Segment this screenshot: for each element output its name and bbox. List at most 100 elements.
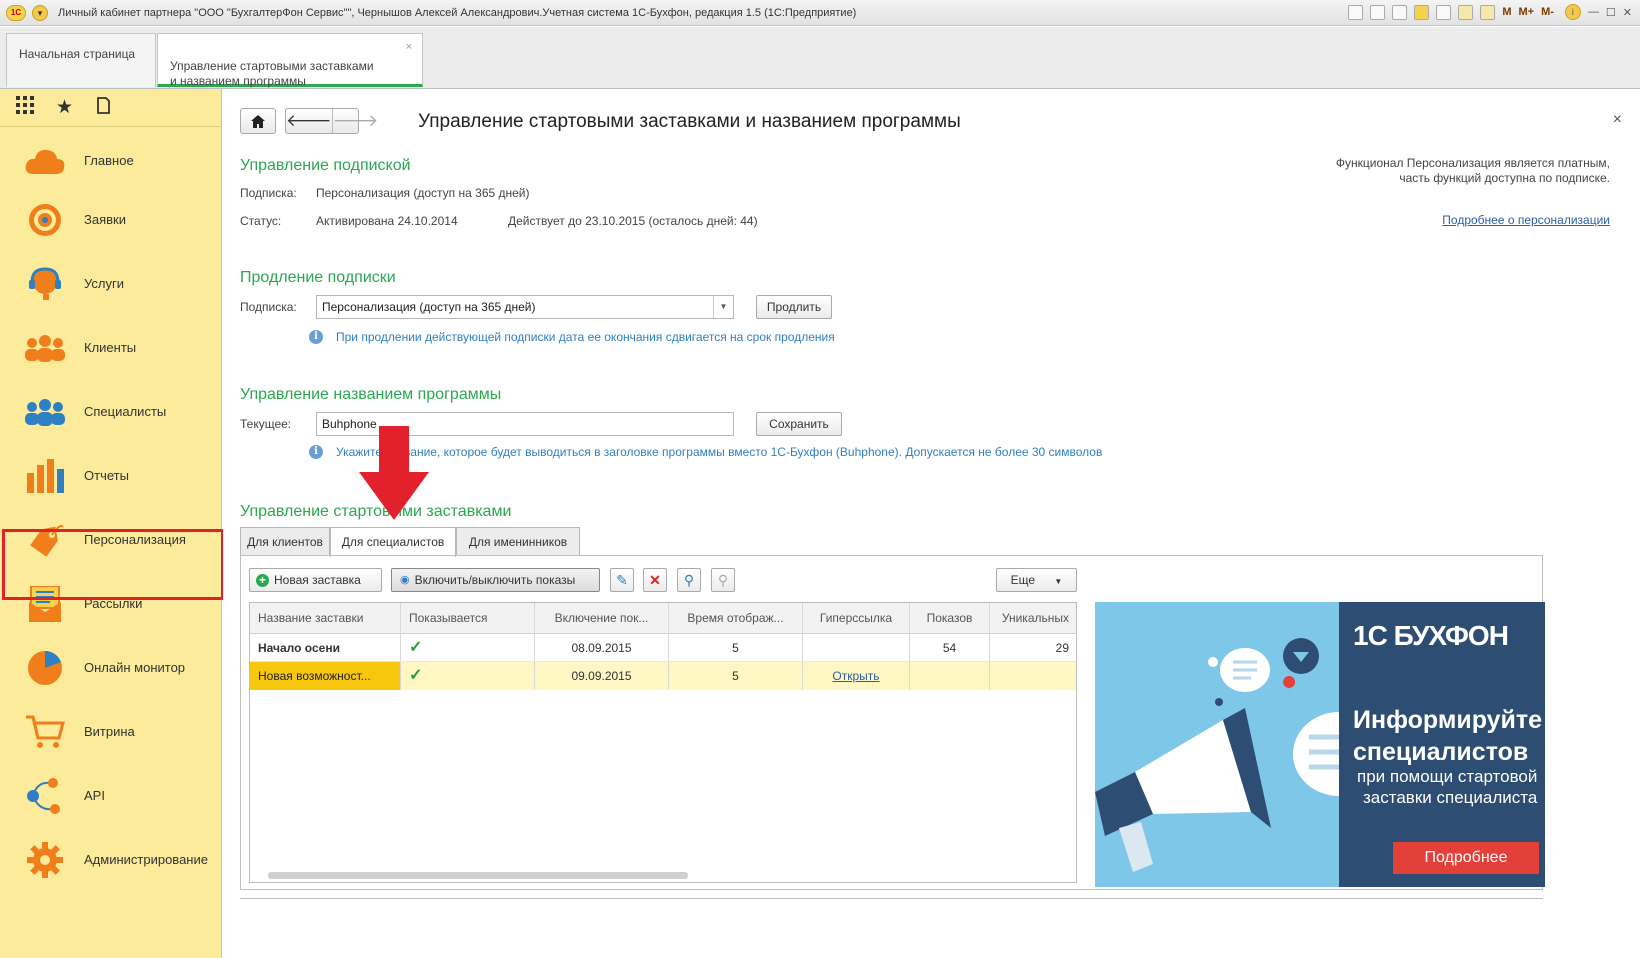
sidebar-item-services[interactable]: Услуги bbox=[0, 250, 222, 317]
table-row-selected[interactable]: Новая возможност... ✓ 09.09.2015 5 Откры… bbox=[250, 662, 1076, 690]
tab-close-icon[interactable]: × bbox=[406, 40, 412, 55]
sidebar-item-online-monitor[interactable]: Онлайн монитор bbox=[0, 634, 222, 701]
promo-headline: Информируйте специалистов bbox=[1353, 704, 1542, 768]
tab-label: Управление стартовыми заставками и назва… bbox=[170, 59, 374, 88]
clear-search-button[interactable]: ⚲ bbox=[711, 568, 735, 592]
more-label: Еще bbox=[1010, 573, 1036, 587]
sidebar-item-administration[interactable]: Администрирование bbox=[0, 826, 222, 893]
sidebar-item-reports[interactable]: Отчеты bbox=[0, 442, 222, 509]
save-icon[interactable] bbox=[1348, 4, 1364, 20]
memory-m-button[interactable]: M bbox=[1502, 6, 1511, 18]
titlebar-tools: M M+ M- i — ☐ ✕ bbox=[1348, 4, 1632, 20]
more-about-link[interactable]: Подробнее о персонализации bbox=[1442, 213, 1610, 227]
tab-for-clients[interactable]: Для клиентов bbox=[240, 527, 330, 556]
back-arrow-icon[interactable]: 🡐 bbox=[286, 109, 332, 133]
home-button[interactable] bbox=[240, 108, 276, 134]
cell-unique: 29 bbox=[990, 634, 1076, 661]
tab-for-specialists[interactable]: Для специалистов bbox=[330, 527, 456, 557]
sidebar-item-main[interactable]: Главное bbox=[0, 127, 222, 194]
delete-button[interactable]: ✕ bbox=[643, 568, 667, 592]
favorites-icon[interactable] bbox=[1414, 4, 1430, 20]
sidebar-item-label: Онлайн монитор bbox=[84, 660, 186, 675]
memory-mplus-button[interactable]: M+ bbox=[1518, 6, 1534, 18]
tab-for-birthdays[interactable]: Для именинников bbox=[456, 527, 580, 556]
column-header[interactable]: Показов bbox=[910, 603, 990, 633]
renewal-select-value: Персонализация (доступ на 365 дней) bbox=[322, 300, 536, 314]
window-titlebar: 1С ▾ Личный кабинет партнера "ООО "Бухга… bbox=[0, 0, 1640, 26]
column-header[interactable]: Гиперссылка bbox=[803, 603, 910, 633]
search-icon: ⚲ bbox=[683, 571, 695, 588]
search-button[interactable]: ⚲ bbox=[677, 568, 701, 592]
home-icon bbox=[251, 114, 265, 128]
sidebar-item-specialists[interactable]: Специалисты bbox=[0, 378, 222, 445]
print-icon[interactable] bbox=[1370, 4, 1386, 20]
sidebar-item-api[interactable]: API bbox=[0, 762, 222, 829]
table-row[interactable]: Начало осени ✓ 08.09.2015 5 54 29 bbox=[250, 634, 1076, 662]
document-tabs-bar: Начальная страница Управление стартовыми… bbox=[0, 27, 1640, 89]
save-button[interactable]: Сохранить bbox=[756, 412, 842, 436]
headset-icon bbox=[22, 261, 68, 307]
splash-table[interactable]: Название заставки Показывается Включение… bbox=[249, 602, 1077, 883]
table-header: Название заставки Показывается Включение… bbox=[250, 603, 1076, 634]
app-logo-icon: 1С bbox=[6, 4, 26, 21]
renew-button[interactable]: Продлить bbox=[756, 295, 832, 319]
apps-grid-icon[interactable] bbox=[16, 95, 34, 120]
page-title: Управление стартовыми заставками и назва… bbox=[418, 111, 961, 132]
cell-name: Начало осени bbox=[250, 634, 401, 661]
check-icon: ✓ bbox=[409, 639, 423, 656]
sidebar-item-label: Специалисты bbox=[84, 404, 167, 419]
tab-splash-management[interactable]: Управление стартовыми заставками и назва… bbox=[157, 33, 423, 88]
history-icon[interactable] bbox=[95, 96, 111, 120]
history-icon[interactable] bbox=[1436, 4, 1452, 20]
promo-subtitle: при помощи стартовой заставки специалист… bbox=[1357, 766, 1537, 808]
column-header[interactable]: Название заставки bbox=[250, 603, 401, 633]
gear-icon bbox=[22, 837, 68, 883]
chevron-down-icon[interactable]: ▼ bbox=[713, 296, 733, 318]
renewal-hint-text: При продлении действующей подписки дата … bbox=[336, 330, 835, 344]
sidebar-item-clients[interactable]: Клиенты bbox=[0, 314, 222, 381]
more-button[interactable]: Еще ▼ bbox=[996, 568, 1077, 592]
program-name-label: Текущее: bbox=[240, 417, 292, 431]
pie-chart-icon bbox=[22, 645, 68, 691]
delete-x-icon: ✕ bbox=[649, 571, 661, 588]
sidebar-item-label: Отчеты bbox=[84, 468, 129, 483]
minimize-icon[interactable]: — bbox=[1588, 6, 1599, 18]
promo-more-button[interactable]: Подробнее bbox=[1393, 842, 1539, 874]
cell-link bbox=[803, 634, 910, 661]
cell-shown: ✓ bbox=[401, 634, 535, 661]
sidebar-item-requests[interactable]: Заявки bbox=[0, 186, 222, 253]
window-close-icon[interactable]: ✕ bbox=[1623, 6, 1632, 19]
favorites-star-icon[interactable]: ★ bbox=[56, 96, 73, 119]
cell-enabled: 08.09.2015 bbox=[535, 634, 669, 661]
sidebar-item-showcase[interactable]: Витрина bbox=[0, 698, 222, 765]
edit-button[interactable]: ✎ bbox=[610, 568, 634, 592]
cell-time: 5 bbox=[669, 634, 803, 661]
sidebar-item-label: Клиенты bbox=[84, 340, 137, 355]
subscription-label: Подписка: bbox=[240, 186, 297, 200]
calendar-icon[interactable] bbox=[1480, 4, 1496, 20]
info-icon[interactable]: i bbox=[1564, 4, 1581, 20]
calculator-icon[interactable] bbox=[1458, 4, 1474, 20]
cell-views: 54 bbox=[910, 634, 990, 661]
preview-icon[interactable] bbox=[1392, 4, 1408, 20]
column-header[interactable]: Включение пок... bbox=[535, 603, 669, 633]
maximize-icon[interactable]: ☐ bbox=[1606, 6, 1616, 19]
column-header[interactable]: Уникальных bbox=[990, 603, 1076, 633]
toggle-display-label: Включить/выключить показы bbox=[414, 573, 576, 587]
renewal-select[interactable]: Персонализация (доступ на 365 дней) ▼ bbox=[316, 295, 734, 319]
horizontal-scrollbar[interactable] bbox=[268, 872, 688, 879]
column-header[interactable]: Показывается bbox=[401, 603, 535, 633]
tab-home-page[interactable]: Начальная страница bbox=[6, 33, 156, 87]
chevron-down-icon: ▼ bbox=[1054, 577, 1063, 586]
toggle-display-button[interactable]: ◉ Включить/выключить показы bbox=[391, 568, 600, 592]
new-splash-button[interactable]: + Новая заставка bbox=[249, 568, 382, 592]
megaphone-illustration bbox=[1095, 638, 1345, 872]
sidebar-item-label: Администрирование bbox=[84, 852, 208, 867]
cell-link: Открыть bbox=[803, 662, 910, 690]
close-form-icon[interactable]: × bbox=[1613, 111, 1622, 129]
main-menu-icon[interactable]: ▾ bbox=[32, 4, 48, 21]
column-header[interactable]: Время отображ... bbox=[669, 603, 803, 633]
memory-mminus-button[interactable]: M- bbox=[1541, 6, 1554, 18]
open-link[interactable]: Открыть bbox=[832, 669, 879, 683]
forward-arrow-icon[interactable]: 🡒 bbox=[331, 109, 378, 133]
